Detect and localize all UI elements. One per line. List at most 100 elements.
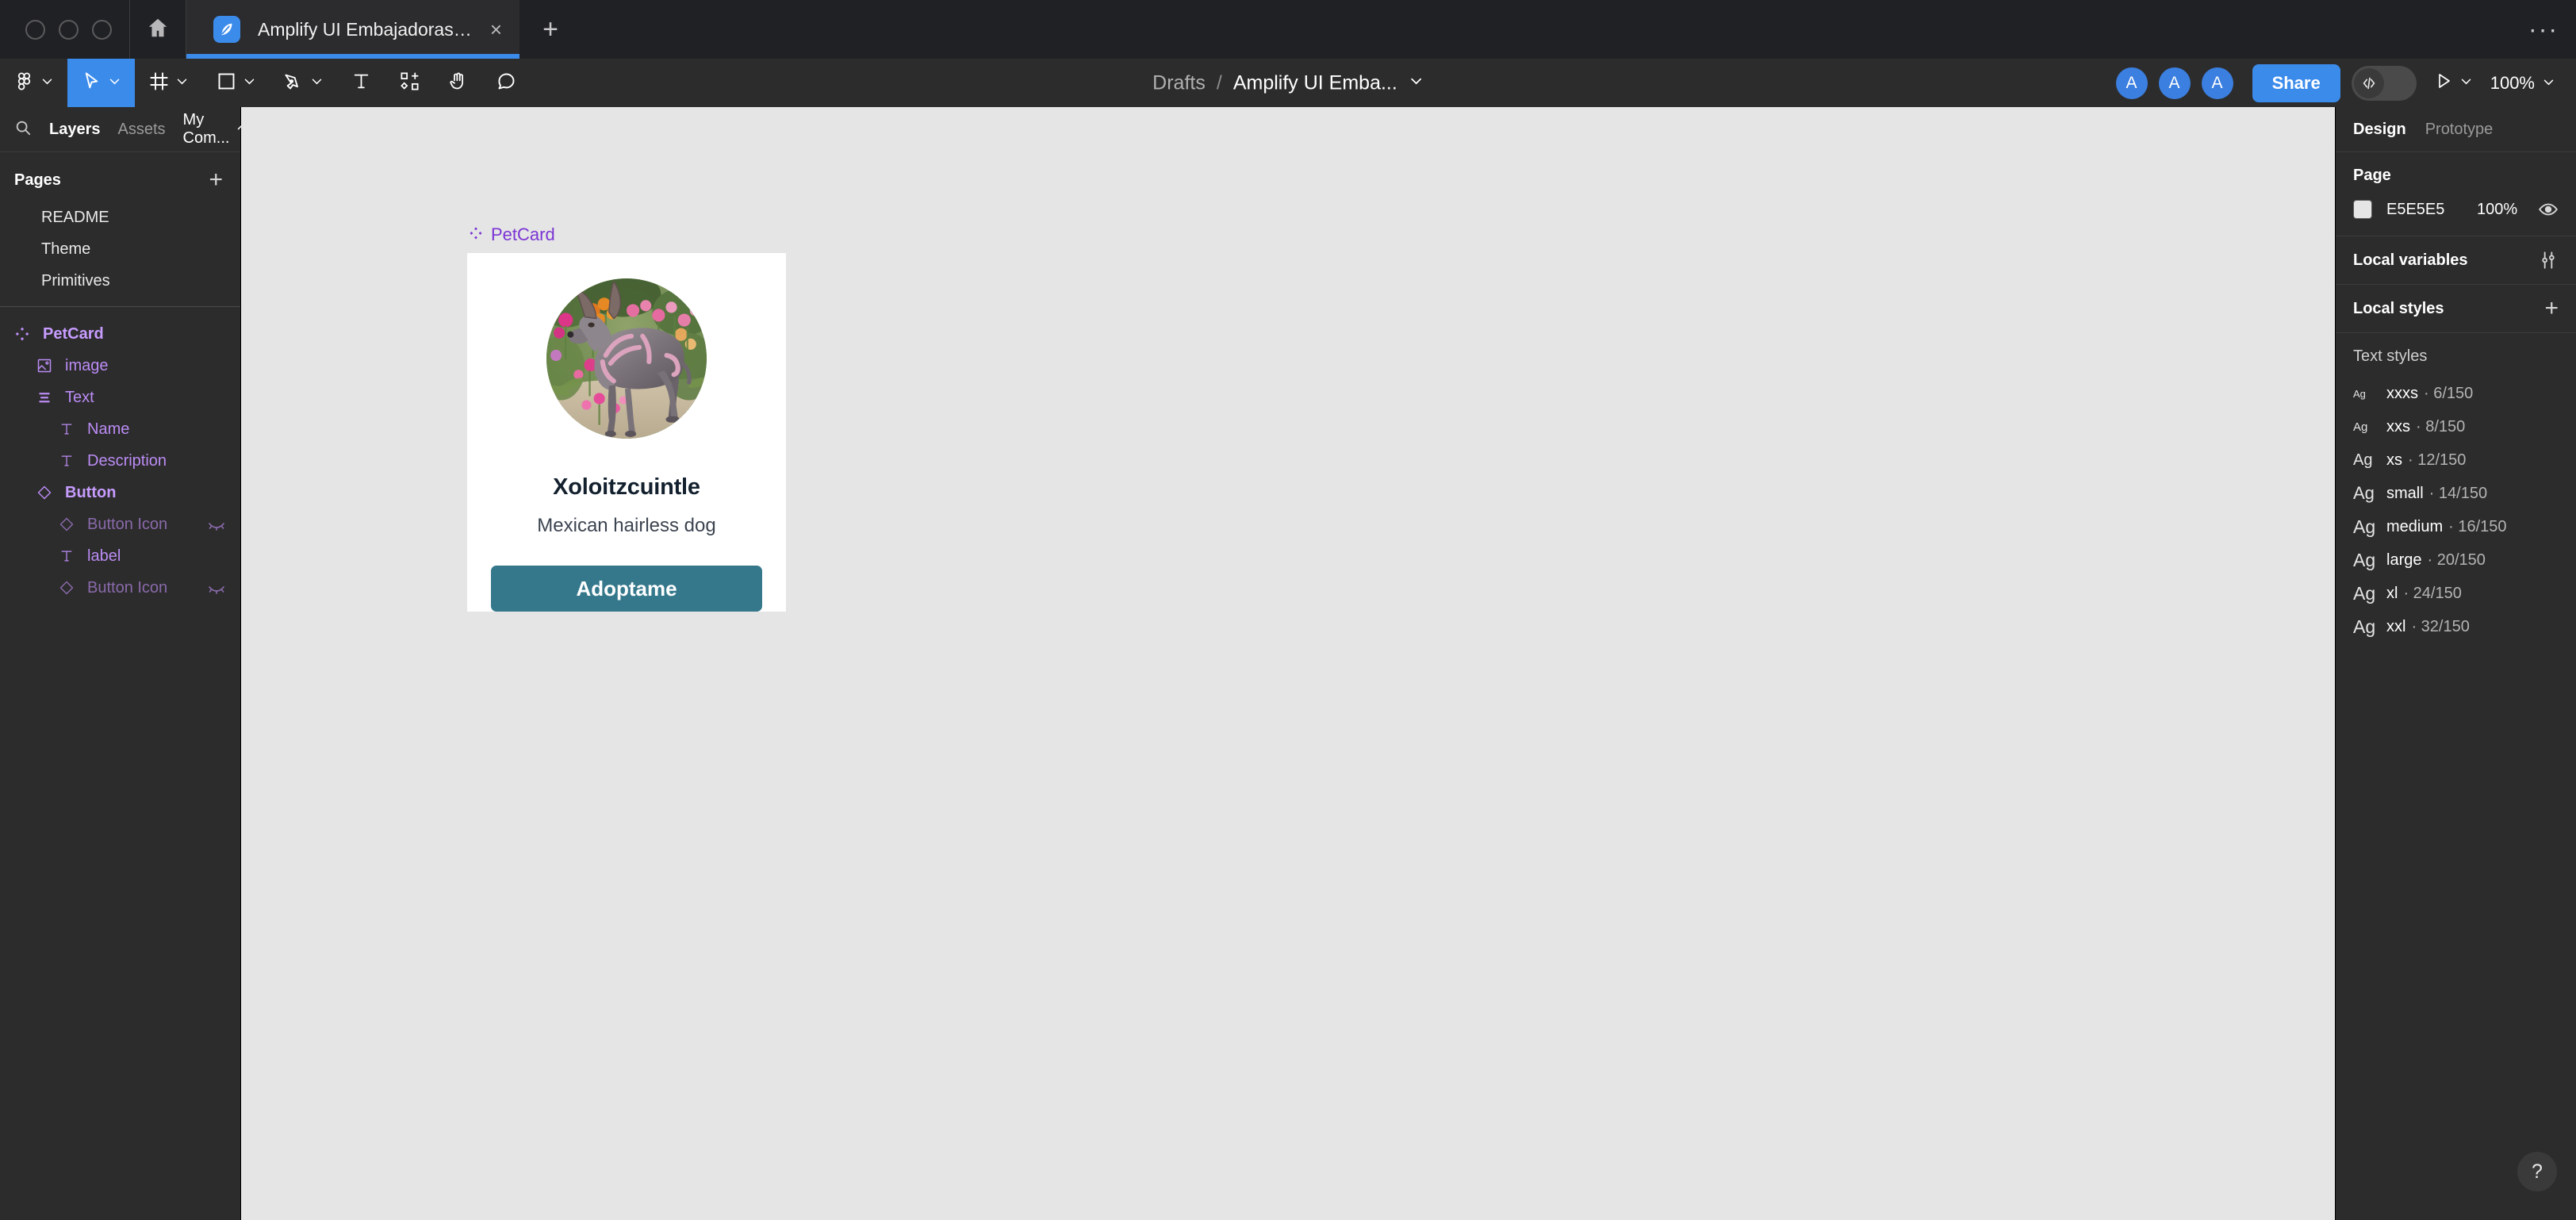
move-tool-button[interactable]	[67, 59, 135, 107]
tab-design[interactable]: Design	[2353, 121, 2406, 139]
adopt-button[interactable]: Adoptame	[491, 566, 762, 612]
text-style-item[interactable]: Ag medium · 16/150	[2336, 510, 2576, 543]
ag-preview: Ag	[2353, 483, 2386, 504]
layer-row-button-icon[interactable]: Button Icon	[0, 508, 240, 540]
shape-tool-button[interactable]	[202, 59, 270, 107]
components-plugins-icon	[399, 71, 420, 96]
search-icon[interactable]	[14, 119, 32, 140]
breadcrumb-project[interactable]: Drafts	[1152, 71, 1206, 94]
layer-row-button-icon[interactable]: Button Icon	[0, 572, 240, 604]
page-item-primitives[interactable]: Primitives	[0, 265, 240, 297]
layer-label: Text	[65, 389, 94, 407]
fill-hex-value[interactable]: E5E5E5	[2386, 201, 2463, 219]
layer-label: Description	[87, 452, 167, 470]
pen-tool-button[interactable]	[270, 59, 337, 107]
text-style-name: xxl	[2386, 618, 2405, 636]
eye-off-icon[interactable]	[207, 578, 226, 597]
my-components-label: My Com...	[183, 111, 230, 148]
layer-row-button[interactable]: Button	[0, 477, 240, 508]
tab-assets[interactable]: Assets	[118, 121, 166, 139]
text-tool-button[interactable]	[337, 59, 385, 107]
layer-row-name[interactable]: Name	[0, 413, 240, 445]
text-t-icon	[57, 548, 76, 564]
hand-tool-button[interactable]	[434, 59, 482, 107]
layer-row-petcard[interactable]: PetCard	[0, 318, 240, 350]
text-style-item[interactable]: Ag small · 14/150	[2336, 477, 2576, 510]
dev-mode-toggle[interactable]	[2352, 66, 2417, 101]
home-button[interactable]	[129, 0, 186, 59]
fill-opacity-value[interactable]: 100%	[2477, 201, 2517, 219]
layer-label: Button Icon	[87, 516, 167, 534]
zoom-control[interactable]: 100%	[2490, 73, 2555, 94]
window-close-button[interactable]	[25, 20, 45, 40]
eye-icon[interactable]	[2538, 199, 2559, 220]
chevron-down-icon	[2542, 73, 2555, 94]
layer-label: Button	[65, 484, 116, 502]
browser-tab[interactable]: Amplify UI Embajadoras Cloud ×	[186, 0, 519, 59]
window-minimize-button[interactable]	[59, 20, 79, 40]
layer-row-image[interactable]: image	[0, 350, 240, 382]
frame-petcard: PetCard	[467, 224, 786, 612]
figma-toolbar: Drafts / Amplify UI Emba... A A A Share	[0, 59, 2576, 107]
local-styles-row[interactable]: Local styles +	[2336, 285, 2576, 333]
text-style-item[interactable]: Ag xl · 24/150	[2336, 577, 2576, 610]
help-button[interactable]: ?	[2517, 1152, 2557, 1191]
avatar[interactable]: A	[2116, 67, 2148, 99]
share-button[interactable]: Share	[2252, 64, 2340, 102]
text-styles-section: Text styles Ag xxxs · 6/150 Ag xxs · 8/1…	[2336, 333, 2576, 643]
tab-prototype[interactable]: Prototype	[2425, 121, 2494, 139]
text-style-item[interactable]: Ag large · 20/150	[2336, 543, 2576, 577]
layer-label: PetCard	[43, 325, 104, 343]
present-button[interactable]	[2428, 71, 2479, 94]
my-components-dropdown[interactable]: My Com...	[183, 111, 250, 148]
ag-preview: Ag	[2353, 516, 2386, 538]
comment-tool-button[interactable]	[482, 59, 531, 107]
text-style-item[interactable]: Ag xxl · 32/150	[2336, 610, 2576, 643]
text-style-item[interactable]: Ag xxxs · 6/150	[2336, 377, 2576, 410]
local-variables-row[interactable]: Local variables	[2336, 236, 2576, 285]
window-traffic-lights	[0, 0, 129, 59]
text-style-item[interactable]: Ag xxs · 8/150	[2336, 410, 2576, 443]
layer-row-description[interactable]: Description	[0, 445, 240, 477]
chevron-down-icon[interactable]	[1409, 74, 1424, 93]
resources-tool-button[interactable]	[385, 59, 434, 107]
text-style-name: xxs	[2386, 418, 2410, 436]
layer-row-label[interactable]: label	[0, 540, 240, 572]
breadcrumb-file[interactable]: Amplify UI Emba...	[1233, 71, 1397, 94]
sliders-icon[interactable]	[2538, 250, 2559, 270]
collaborator-avatars: A A A	[2116, 67, 2233, 99]
browser-menu-icon[interactable]: ···	[2528, 21, 2559, 36]
frame-tool-button[interactable]	[135, 59, 202, 107]
ag-preview: Ag	[2353, 420, 2386, 434]
frame-label[interactable]: PetCard	[467, 224, 786, 245]
avatar[interactable]: A	[2202, 67, 2233, 99]
ag-preview: Ag	[2353, 550, 2386, 571]
text-style-name: xs	[2386, 451, 2402, 470]
text-style-meta: · 20/150	[2427, 551, 2485, 570]
local-styles-title: Local styles	[2353, 300, 2444, 318]
tab-layers[interactable]: Layers	[49, 121, 101, 139]
eye-off-icon[interactable]	[207, 515, 226, 534]
add-style-button[interactable]: +	[2544, 297, 2559, 320]
figma-menu-button[interactable]	[0, 59, 67, 107]
square-icon	[216, 71, 237, 96]
close-icon[interactable]: ×	[490, 19, 502, 40]
layer-label: Name	[87, 420, 129, 439]
page-section-title: Page	[2353, 167, 2559, 185]
figma-logo-icon	[13, 71, 35, 96]
page-item-readme[interactable]: README	[0, 201, 240, 233]
avatar[interactable]: A	[2159, 67, 2191, 99]
window-maximize-button[interactable]	[92, 20, 112, 40]
design-canvas[interactable]: PetCard	[241, 107, 2335, 1220]
page-item-theme[interactable]: Theme	[0, 233, 240, 265]
text-style-name: xxxs	[2386, 385, 2418, 403]
component-diamond-icon	[13, 326, 32, 342]
new-tab-button[interactable]: +	[519, 0, 581, 59]
pen-nib-icon	[283, 71, 305, 96]
frame-grid-icon	[148, 71, 170, 96]
layer-label: image	[65, 357, 108, 375]
color-swatch[interactable]	[2353, 200, 2372, 219]
add-page-button[interactable]: +	[209, 168, 223, 192]
layer-row-text[interactable]: Text	[0, 382, 240, 413]
text-style-item[interactable]: Ag xs · 12/150	[2336, 443, 2576, 477]
